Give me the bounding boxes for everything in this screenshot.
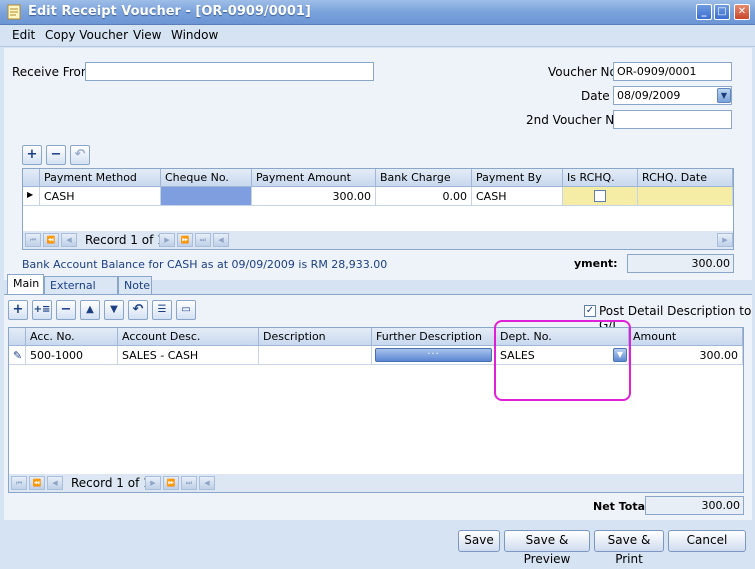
add-payment-button[interactable]: + <box>22 145 42 165</box>
row-indicator-header <box>9 328 26 346</box>
net-total-value: 300.00 <box>645 496 744 515</box>
undo-icon[interactable]: ↶ <box>70 145 90 165</box>
col-bank-charge[interactable]: Bank Charge <box>376 169 472 187</box>
further-description-cell[interactable]: ··· <box>372 346 496 365</box>
move-down-icon[interactable]: ▼ <box>104 300 124 320</box>
list-icon[interactable]: ☰ <box>152 300 172 320</box>
second-voucher-input[interactable] <box>613 110 732 129</box>
columns-icon[interactable]: ▭ <box>176 300 196 320</box>
col-payment-method[interactable]: Payment Method <box>40 169 161 187</box>
remove-detail-button[interactable]: − <box>56 300 76 320</box>
prev-page-icon[interactable]: ⏪ <box>29 476 45 490</box>
date-input[interactable]: 08/09/2009 <box>613 86 732 105</box>
move-up-icon[interactable]: ▲ <box>80 300 100 320</box>
first-record-icon[interactable]: ⏮ <box>25 233 41 247</box>
window-title: Edit Receipt Voucher - [OR-0909/0001] <box>28 4 311 19</box>
col-further-description[interactable]: Further Description <box>372 328 496 346</box>
prev-record-icon[interactable]: ◀ <box>61 233 77 247</box>
account-desc-cell[interactable]: SALES - CASH <box>118 346 259 365</box>
is-rchq-cell[interactable] <box>563 187 638 206</box>
menu-view[interactable]: View <box>133 28 161 42</box>
add-detail-button[interactable]: + <box>8 300 28 320</box>
payment-method-cell[interactable]: CASH <box>40 187 161 206</box>
col-account-desc[interactable]: Account Desc. <box>118 328 259 346</box>
current-row-indicator: ▶ <box>23 187 40 206</box>
amount-cell[interactable]: 300.00 <box>629 346 743 365</box>
maximize-button[interactable]: □ <box>714 4 730 20</box>
undo-detail-icon[interactable]: ↶ <box>128 300 148 320</box>
post-detail-checkbox[interactable]: ✓ <box>584 305 596 317</box>
rchq-date-cell[interactable] <box>638 187 733 206</box>
save-button[interactable]: Save <box>458 530 500 552</box>
further-description-button[interactable]: ··· <box>375 348 492 362</box>
save-preview-button[interactable]: Save & Preview <box>504 530 590 566</box>
tab-note[interactable]: Note <box>118 276 152 294</box>
acc-no-cell[interactable]: 500-1000 <box>26 346 118 365</box>
payment-total-label: yment: <box>574 257 618 270</box>
row-indicator-header <box>23 169 40 187</box>
last-record-icon[interactable]: ⏭ <box>181 476 197 490</box>
is-rchq-checkbox[interactable] <box>594 190 606 202</box>
receive-from-label: Receive From <box>12 65 93 79</box>
last-record-icon[interactable]: ⏭ <box>195 233 211 247</box>
edit-row-pencil-icon: ✎ <box>9 346 26 365</box>
col-payment-amount[interactable]: Payment Amount <box>252 169 376 187</box>
scroll-right-icon[interactable]: ▶ <box>717 233 733 247</box>
detail-grid: Acc. No. Account Desc. Description Furth… <box>8 327 744 493</box>
remove-payment-button[interactable]: − <box>46 145 66 165</box>
next-page-icon[interactable]: ⏩ <box>177 233 193 247</box>
first-record-icon[interactable]: ⏮ <box>11 476 27 490</box>
menu-copy-voucher[interactable]: Copy Voucher <box>45 28 128 42</box>
detail-navigator: ⏮ ⏪ ◀ Record 1 of 1 ▶ ⏩ ⏭ ◀ <box>9 474 743 492</box>
title-bar[interactable]: Edit Receipt Voucher - [OR-0909/0001] _ … <box>0 0 755 25</box>
next-record-icon[interactable]: ▶ <box>159 233 175 247</box>
voucher-no-input[interactable]: OR-0909/0001 <box>613 62 732 81</box>
highlight-box <box>494 320 631 401</box>
minimize-button[interactable]: _ <box>696 4 712 20</box>
col-cheque-no[interactable]: Cheque No. <box>161 169 252 187</box>
receipt-icon <box>7 4 21 20</box>
bank-balance-info: Bank Account Balance for CASH as at 09/0… <box>22 258 388 271</box>
cheque-no-cell[interactable] <box>161 187 252 206</box>
description-cell[interactable] <box>259 346 372 365</box>
chevron-down-icon[interactable]: ▼ <box>717 88 731 103</box>
bank-charge-cell[interactable]: 0.00 <box>376 187 472 206</box>
tab-external-link[interactable]: External Link <box>44 276 118 305</box>
menu-window[interactable]: Window <box>171 28 218 42</box>
col-acc-no[interactable]: Acc. No. <box>26 328 118 346</box>
payment-record-count: Record 1 of 1 <box>85 233 165 247</box>
close-button[interactable]: ✕ <box>734 4 750 20</box>
menu-bar: Edit Copy Voucher View Window <box>0 25 755 47</box>
voucher-no-label: Voucher No <box>548 65 617 79</box>
tab-main[interactable]: Main <box>7 274 44 295</box>
scroll-left-icon[interactable]: ◀ <box>199 476 215 490</box>
next-record-icon[interactable]: ▶ <box>145 476 161 490</box>
menu-edit[interactable]: Edit <box>12 28 35 42</box>
net-total-label: Net Total <box>593 500 649 513</box>
date-label: Date <box>581 89 610 103</box>
save-print-button[interactable]: Save & Print <box>594 530 664 566</box>
payment-total-value: 300.00 <box>627 254 734 273</box>
prev-page-icon[interactable]: ⏪ <box>43 233 59 247</box>
payment-by-cell[interactable]: CASH <box>472 187 563 206</box>
payment-navigator: ⏮ ⏪ ◀ Record 1 of 1 ▶ ⏩ ⏭ ◀ ▶ <box>23 231 733 249</box>
payment-amount-cell[interactable]: 300.00 <box>252 187 376 206</box>
scroll-left-icon[interactable]: ◀ <box>213 233 229 247</box>
col-amount[interactable]: Amount <box>629 328 743 346</box>
receive-from-input[interactable] <box>85 62 374 81</box>
detail-record-count: Record 1 of 1 <box>71 476 151 490</box>
second-voucher-label: 2nd Voucher No <box>526 113 622 127</box>
col-is-rchq[interactable]: Is RCHQ. <box>563 169 638 187</box>
cancel-button[interactable]: Cancel <box>668 530 746 552</box>
col-payment-by[interactable]: Payment By <box>472 169 563 187</box>
col-description[interactable]: Description <box>259 328 372 346</box>
col-rchq-date[interactable]: RCHQ. Date <box>638 169 733 187</box>
prev-record-icon[interactable]: ◀ <box>47 476 63 490</box>
insert-detail-button[interactable]: +≡ <box>32 300 52 320</box>
next-page-icon[interactable]: ⏩ <box>163 476 179 490</box>
payment-grid: Payment Method Cheque No. Payment Amount… <box>22 168 734 250</box>
